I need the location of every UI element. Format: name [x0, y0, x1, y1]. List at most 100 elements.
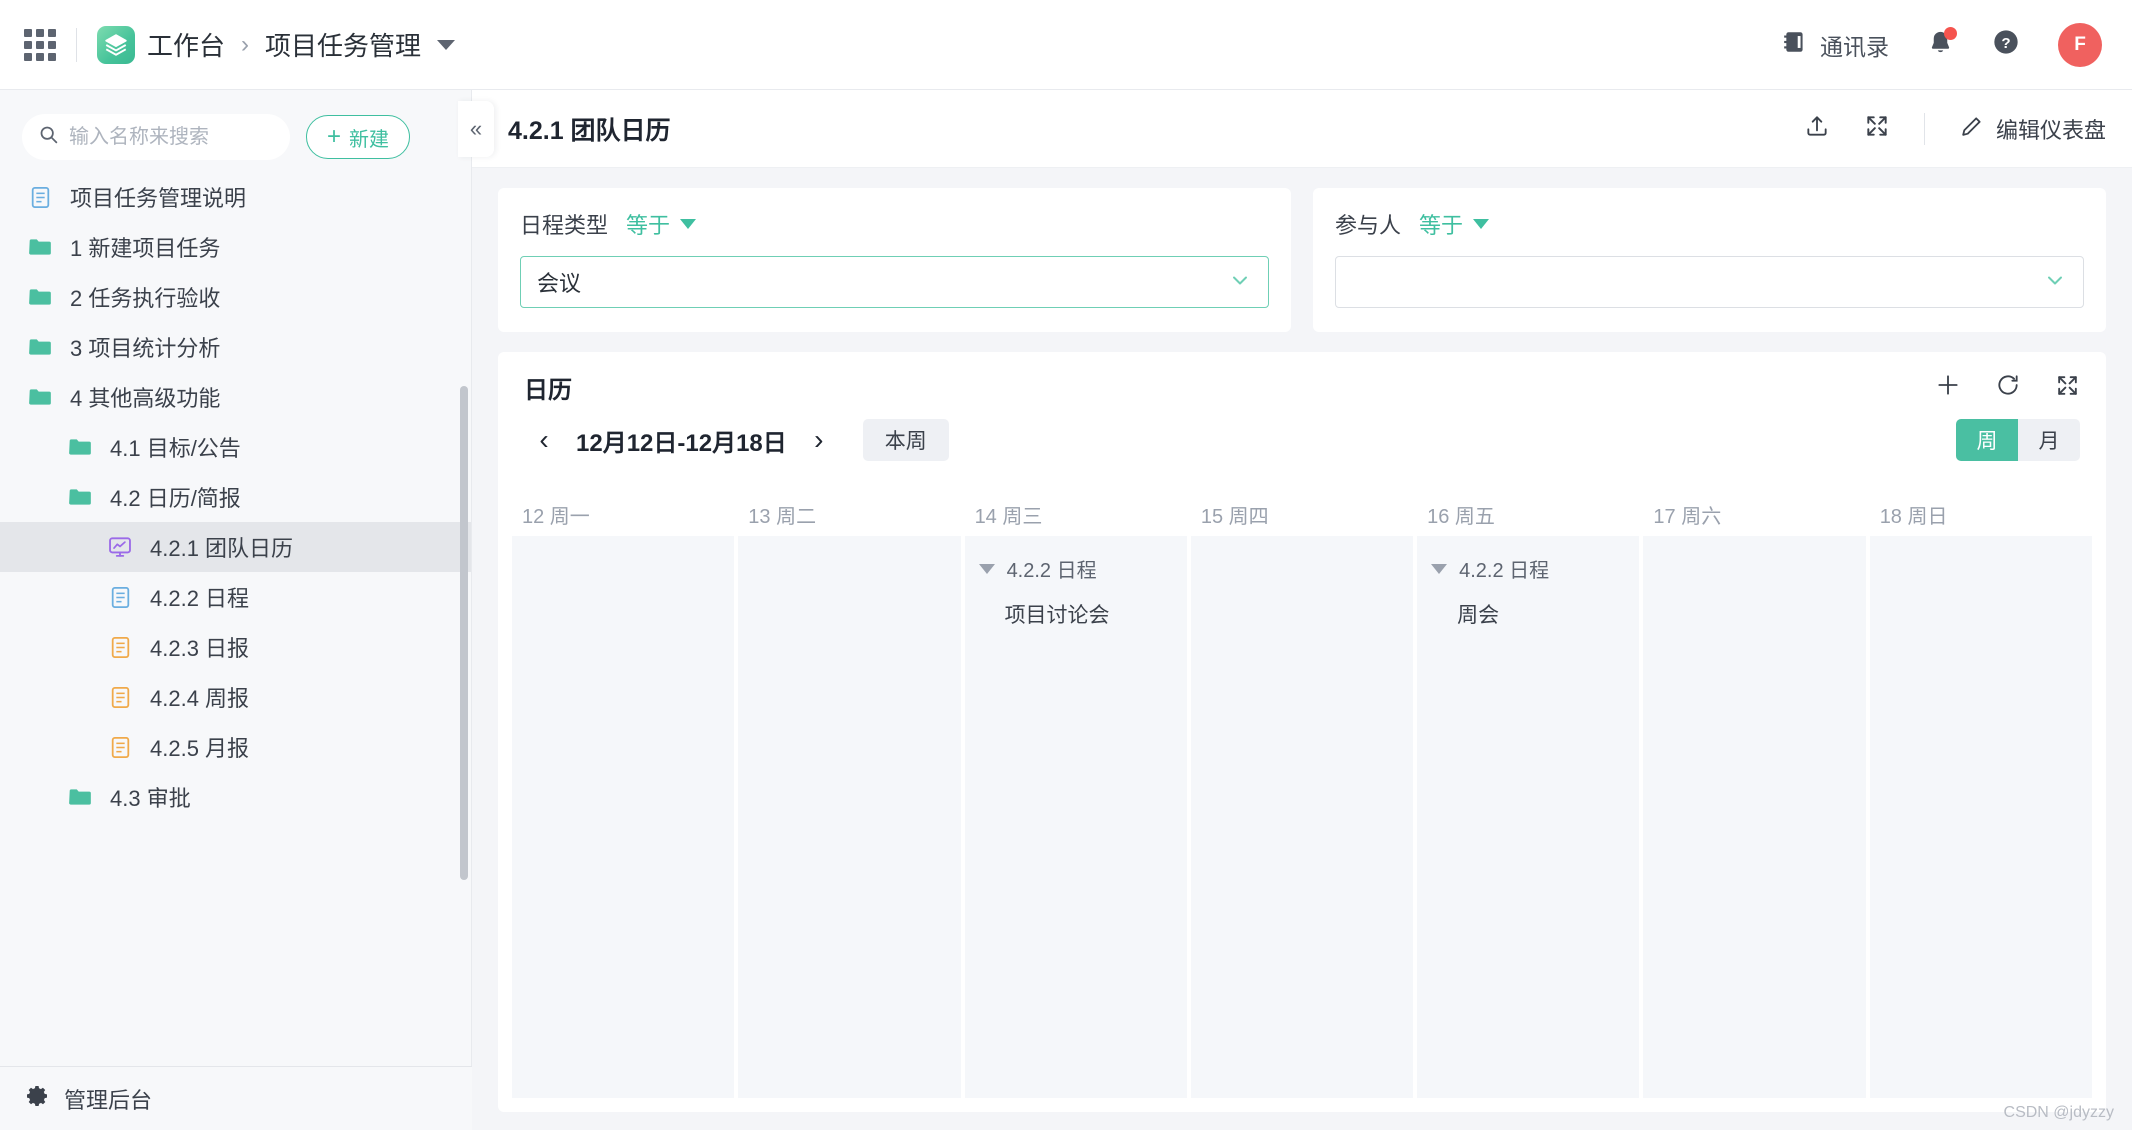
folder-green-icon	[26, 283, 54, 311]
calendar-column-1: 13 周二	[738, 500, 961, 1098]
sidebar-item-3[interactable]: 3 项目统计分析	[0, 322, 471, 372]
folder-green-icon	[26, 333, 54, 361]
sidebar-item-4[interactable]: 4 其他高级功能	[0, 372, 471, 422]
top-bar-actions: 通讯录 ? F	[1782, 22, 2102, 67]
search-input-wrapper[interactable]	[22, 114, 290, 160]
calendar-fullscreen-button[interactable]	[2055, 373, 2080, 403]
doc-blue-icon	[26, 183, 54, 211]
calendar-column-body[interactable]	[1190, 536, 1414, 1098]
share-button[interactable]	[1804, 113, 1830, 144]
add-event-button[interactable]	[1935, 372, 1961, 403]
fullscreen-button[interactable]	[1864, 113, 1890, 144]
calendar-column-4: 16 周五 4.2.2 日程 周会	[1417, 500, 1640, 1098]
calendar-column-body[interactable]: 4.2.2 日程周会	[1417, 536, 1640, 1098]
content-area: « 4.2.1 团队日历 编辑仪表盘 日程类型 等于 会议 参与人 等于 日历 …	[458, 90, 2132, 1130]
calendar-column-body[interactable]	[738, 536, 961, 1098]
calendar-event-group: 4.2.2 日程周会	[1417, 554, 1639, 629]
filter-operator-dropdown[interactable]: 等于	[1419, 208, 1490, 240]
help-button[interactable]: ?	[1992, 28, 2020, 61]
project-title[interactable]: 项目任务管理	[265, 26, 421, 63]
address-book-icon	[1782, 29, 1808, 60]
notifications-button[interactable]	[1927, 26, 1957, 61]
calendar-card-icons	[1935, 372, 2080, 403]
triangle-down-icon	[1431, 563, 1448, 574]
admin-console-button[interactable]: 管理后台	[0, 1066, 472, 1130]
workspace-title[interactable]: 工作台	[147, 26, 225, 63]
sidebar-item-5[interactable]: 4.1 目标/公告	[0, 422, 471, 472]
calendar-event-item[interactable]: 周会	[1431, 599, 1625, 629]
sidebar-item-10[interactable]: 4.2.4 周报	[0, 672, 471, 722]
grid-apps-icon[interactable]	[22, 27, 58, 63]
calendar-event-group-header[interactable]: 4.2.2 日程	[978, 554, 1173, 583]
calendar-event-group-label: 4.2.2 日程	[1459, 560, 1550, 582]
question-circle-icon: ?	[1992, 28, 2020, 61]
filter-header: 参与人 等于	[1335, 208, 2084, 240]
triangle-down-icon	[1473, 219, 1490, 229]
view-mode-0[interactable]: 周	[1956, 419, 2018, 461]
dashboard-purple-icon	[106, 533, 134, 561]
view-mode-toggle: 周月	[1956, 419, 2080, 461]
page-title: 4.2.1 团队日历	[508, 116, 671, 145]
sidebar: + 新建 项目任务管理说明 1 新建项目任务 2 任务执行验收 3 项目统计分析 4 其…	[0, 90, 472, 1130]
view-mode-1[interactable]: 月	[2018, 419, 2080, 461]
chevron-left-icon[interactable]: ‹	[524, 420, 564, 460]
double-chevron-left-icon[interactable]: «	[458, 100, 494, 157]
calendar-grid: 12 周一 13 周二 14 周三 4.2.2 日程 项目讨论会 15 周四 16 周五 4.…	[512, 500, 2092, 1098]
sidebar-item-1[interactable]: 1 新建项目任务	[0, 222, 471, 272]
filter-field-label: 日程类型	[520, 213, 609, 238]
calendar-event-group-header[interactable]: 4.2.2 日程	[1431, 554, 1625, 583]
calendar-column-body[interactable]: 4.2.2 日程 项目讨论会	[964, 536, 1187, 1098]
calendar-column-header: 12 周一	[522, 506, 590, 528]
workspace-logo-icon[interactable]	[97, 25, 135, 64]
search-input[interactable]	[69, 125, 274, 149]
sidebar-item-9[interactable]: 4.2.3 日报	[0, 622, 471, 672]
calendar-column-body[interactable]	[512, 536, 735, 1098]
calendar-event-item[interactable]: 项目讨论会	[979, 599, 1173, 629]
calendar-column-body[interactable]	[1643, 536, 1866, 1098]
sidebar-item-0[interactable]: 项目任务管理说明	[0, 172, 471, 222]
search-icon	[38, 124, 59, 150]
sidebar-item-8[interactable]: 4.2.2 日程	[0, 572, 471, 622]
sidebar-scrollbar[interactable]	[460, 386, 468, 880]
content-header-actions: 编辑仪表盘	[1804, 112, 2106, 145]
sidebar-item-label: 4.2.2 日程	[150, 586, 250, 611]
breadcrumb-separator: ›	[241, 30, 250, 58]
sidebar-item-label: 4.2.5 月报	[150, 736, 250, 761]
avatar[interactable]: F	[2058, 22, 2102, 67]
gear-icon	[26, 1084, 50, 1113]
top-bar: 工作台 › 项目任务管理 通讯录 ? F	[0, 0, 2132, 90]
folder-green-icon	[66, 783, 94, 811]
sidebar-item-2[interactable]: 2 任务执行验收	[0, 272, 471, 322]
sidebar-item-12[interactable]: 4.3 审批	[0, 772, 471, 822]
new-button[interactable]: + 新建	[306, 115, 411, 159]
doc-blue-icon	[106, 583, 134, 611]
chevron-right-icon[interactable]: ›	[799, 420, 839, 460]
filter-value-select[interactable]: 会议	[520, 256, 1269, 308]
doc-orange-icon	[106, 683, 134, 711]
filter-operator-dropdown[interactable]: 等于	[626, 208, 697, 240]
plus-icon	[1935, 372, 1961, 403]
chevron-down-icon[interactable]	[437, 39, 456, 50]
filter-value: 会议	[537, 271, 582, 296]
sidebar-item-6[interactable]: 4.2 日历/简报	[0, 472, 471, 522]
chevron-down-icon	[2043, 268, 2067, 297]
chevron-down-icon	[1228, 268, 1252, 297]
contacts-button[interactable]: 通讯录	[1782, 28, 1889, 62]
calendar-toolbar: ‹ 12月12日-12月18日 › 本周 周月	[498, 405, 2106, 461]
filter-value-select[interactable]	[1335, 256, 2084, 308]
sidebar-item-label: 3 项目统计分析	[70, 336, 221, 361]
this-week-button[interactable]: 本周	[862, 419, 949, 461]
refresh-button[interactable]	[1995, 372, 2021, 403]
calendar-column-body[interactable]	[1869, 536, 2092, 1098]
calendar-column-header: 14 周三	[974, 506, 1043, 528]
sidebar-item-7[interactable]: 4.2.1 团队日历	[0, 522, 471, 572]
fullscreen-icon	[1864, 113, 1890, 144]
sidebar-item-11[interactable]: 4.2.5 月报	[0, 722, 471, 772]
plus-icon: +	[327, 123, 342, 150]
filter-operator-label: 等于	[626, 213, 671, 238]
sidebar-item-label: 4.2 日历/简报	[110, 486, 241, 511]
triangle-down-icon	[680, 219, 697, 229]
sidebar-search-row: + 新建	[0, 90, 471, 172]
edit-dashboard-button[interactable]: 编辑仪表盘	[1959, 113, 2106, 145]
notification-badge	[1944, 26, 1957, 40]
